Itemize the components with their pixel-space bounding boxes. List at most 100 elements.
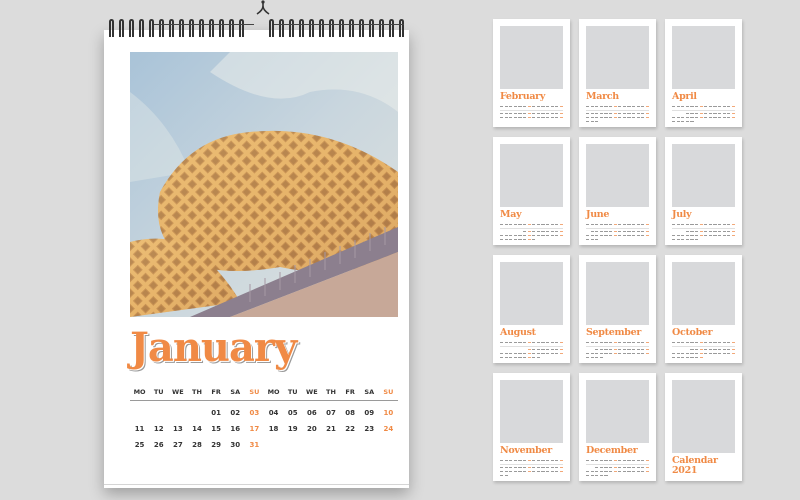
thumbnail-title: August [500,327,536,338]
mini-day-grid [500,106,563,121]
binding-ring-icon [179,19,184,37]
binding-ring-icon [269,19,274,37]
day-cell [341,441,360,449]
month-thumbnail[interactable]: October [665,255,742,363]
day-cell [168,409,187,417]
binding-ring-icon [139,19,144,37]
day-cell [302,441,321,449]
day-cell: 30 [230,441,241,449]
mini-day-grid [500,342,563,361]
month-thumbnail[interactable]: April [665,19,742,127]
day-cell: 14 [192,425,202,433]
photo-placeholder [586,262,649,325]
photo-placeholder [586,26,649,89]
binding-ring-icon [319,19,324,37]
weekday-header: TU [287,388,298,396]
binding-ring-icon [289,19,294,37]
binding-ring-icon [199,19,204,37]
binding-ring-icon [299,19,304,37]
month-thumbnail[interactable]: November [493,373,570,481]
month-thumbnail[interactable]: May [493,137,570,245]
day-cell [360,441,379,449]
binding-ring-icon [349,19,354,37]
photo-placeholder [500,262,563,325]
month-title: January [130,324,297,371]
day-cell: 27 [172,441,183,449]
binding-ring-icon [339,19,344,37]
day-cell: 19 [287,425,298,433]
month-thumbnail[interactable]: March [579,19,656,127]
weekday-header-row: MO TU WE TH FR SA SU MO TU WE TH FR SA SU [130,388,398,401]
binding-ring-icon [389,19,394,37]
month-thumbnail[interactable]: July [665,137,742,245]
month-thumbnail[interactable]: December [579,373,656,481]
day-cell: 04 [268,409,279,417]
thumbnail-title: Calendar 2021 [672,455,718,476]
weekday-header: TU [153,388,164,396]
binding-ring-icon [279,19,284,37]
thumbnail-title: March [586,91,619,102]
day-cell: 23 [364,425,375,433]
month-thumbnail[interactable]: June [579,137,656,245]
photo-placeholder [586,144,649,207]
month-thumbnail[interactable]: August [493,255,570,363]
photo-placeholder [672,380,735,453]
thumbnail-title: October [672,327,713,338]
day-cell: 10 [383,409,394,417]
month-day-grid: MO TU WE TH FR SA SU MO TU WE TH FR SA SU 01 02 03 04 05 0… [130,388,398,449]
binding-wire-left [154,24,254,25]
day-cell: 13 [172,425,183,433]
mini-day-grid [586,460,649,479]
month-thumbnail[interactable]: February [493,19,570,127]
week-row: 11 12 13 14 15 16 17 18 19 20 21 22 23 24 [130,425,398,433]
weekday-header: MO [133,388,146,396]
binding-ring-icon [329,19,334,37]
photo-placeholder [672,144,735,207]
binding-ring-icon [209,19,214,37]
day-cell [264,441,283,449]
binding-ring-icon [239,19,244,37]
binding-ring-icon [219,19,224,37]
day-cell: 25 [134,441,145,449]
weekday-header: SU [383,388,394,396]
day-cell: 02 [230,409,241,417]
thumbnail-title: February [500,91,546,102]
binding-ring-icon [379,19,384,37]
day-cell: 05 [287,409,298,417]
weekday-header: FR [345,388,355,396]
hanger-hook-icon [256,0,270,15]
thumbnail-title: December [586,445,638,456]
day-cell [283,441,302,449]
mini-day-grid [586,342,649,361]
day-cell: 29 [211,441,221,449]
day-cell: 17 [249,425,260,433]
cover-thumbnail[interactable]: Calendar 2021 [665,373,742,481]
mini-day-grid [500,224,563,243]
day-cell [187,409,206,417]
weekday-header: TH [192,388,202,396]
photo-placeholder [500,144,563,207]
mini-day-grid [586,224,649,243]
day-cell [321,441,340,449]
day-cell: 21 [326,425,336,433]
day-cell: 12 [153,425,164,433]
binding-ring-icon [309,19,314,37]
day-cell: 11 [134,425,145,433]
month-thumbnail[interactable]: September [579,255,656,363]
weekday-header: FR [211,388,221,396]
weekday-header: WE [172,388,184,396]
spiral-binding [104,12,409,40]
day-cell: 08 [345,409,355,417]
photo-placeholder [672,262,735,325]
binding-ring-icon [229,19,234,37]
thumbnail-title: May [500,209,522,220]
photo-placeholder [586,380,649,443]
binding-ring-icon [159,19,164,37]
day-cell: 18 [268,425,279,433]
weekday-header: WE [306,388,318,396]
mini-day-grid [672,106,735,125]
thumbnail-title: November [500,445,552,456]
binding-ring-icon [109,19,114,37]
binding-ring-icon [129,19,134,37]
day-cell: 22 [345,425,355,433]
